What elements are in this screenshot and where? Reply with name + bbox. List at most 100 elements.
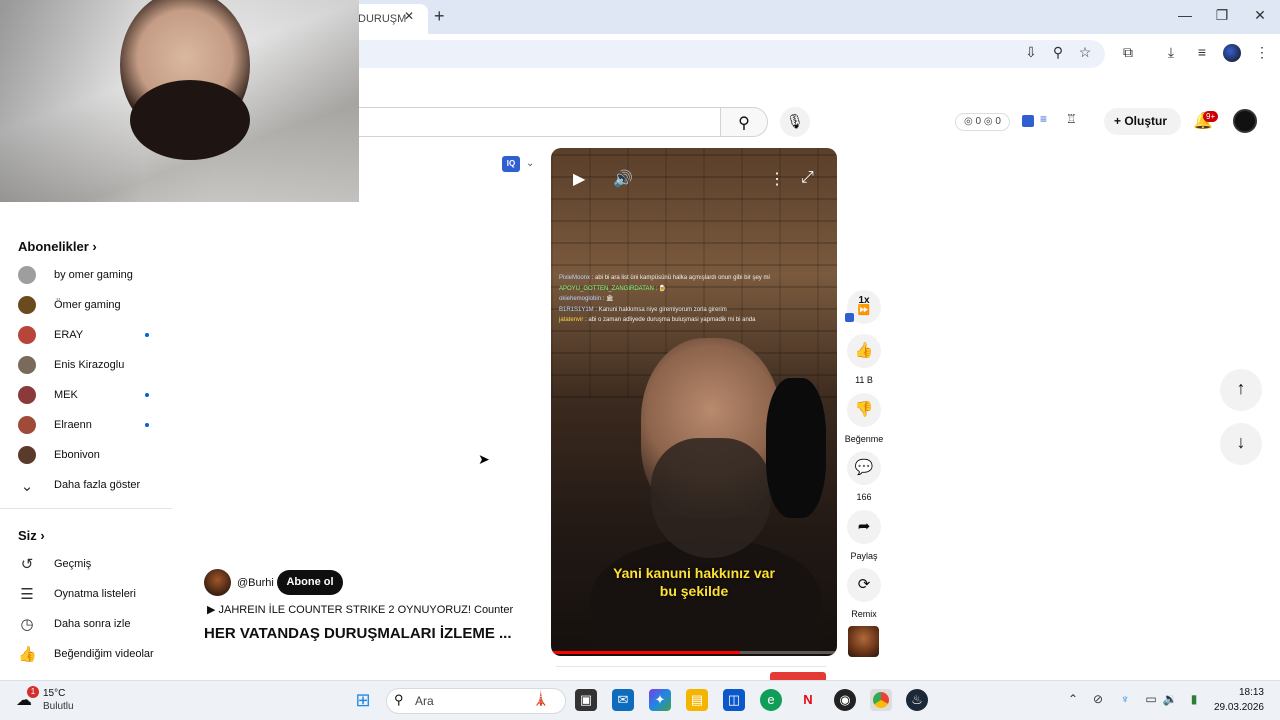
show-more-link[interactable]: Daha fazla göster [54,479,140,491]
outlook-icon[interactable]: ✉ [612,689,634,711]
omnibox[interactable] [340,40,1105,68]
minimize-button[interactable]: — [1170,7,1200,23]
voice-search-button[interactable]: 🎙 [780,107,810,137]
you-item-label: Oynatma listeleri [54,588,136,600]
chat-text: abi o zaman adliyede duruşma buluşmasi y… [588,317,756,323]
subscription-item[interactable]: Enis Kirazoglu [0,355,172,385]
subscription-item[interactable]: Ömer gaming [0,295,172,325]
task-view-icon[interactable]: ▣ [575,689,597,711]
clock-date[interactable]: 29.03.2026 [1212,702,1264,713]
channel-avatar [18,446,36,464]
play-icon[interactable]: ▶ [573,169,585,189]
dislike-button[interactable]: 👎 [847,393,881,427]
channel-name[interactable]: @Burhi [237,577,274,589]
netflix-icon[interactable]: N [797,689,819,711]
obs-icon[interactable]: ◉ [834,689,856,711]
subscribe-button[interactable]: Abone ol [277,570,343,595]
chevron-down-icon[interactable]: ⌄ [18,477,36,495]
browser-tab[interactable]: DURUŞM [350,4,428,34]
copilot-icon[interactable]: ✦ [649,689,671,711]
search-input[interactable] [340,107,720,137]
volume-icon[interactable]: 🔊 [613,169,633,189]
like-button[interactable]: 👍 [847,334,881,368]
subscription-item[interactable]: MEK [0,385,172,415]
tray-app-icon[interactable]: ♆ [1117,692,1133,706]
linked-video[interactable]: ▶ JAHREIN İLE COUNTER STRIKE 2 OYNUYORUZ… [207,603,513,616]
subscription-item[interactable]: ERAY [0,325,172,355]
fullscreen-icon[interactable]: ⤢ [801,169,814,187]
caption-line-1: Yani kanuni hakkınız var [613,565,775,581]
chrome-icon[interactable] [870,689,892,711]
more-options-icon[interactable]: ⋮ [769,169,785,189]
tray-volume-icon[interactable]: 🔉 [1162,692,1178,706]
like-count: 11 B [855,375,873,385]
search-icon: ⚲ [738,115,750,132]
account-avatar[interactable] [1233,109,1257,133]
iq-extension-icon[interactable] [1022,115,1034,127]
chevron-down-icon[interactable]: ⌄ [526,158,534,169]
chat-overlay: PixieMoonx : abi bi ara list üni kampüsü… [559,273,799,326]
bookmark-star-icon[interactable]: ☆ [1075,44,1095,61]
you-item[interactable]: 👍 Beğendiğim videolar [0,645,172,675]
caption-line-2: bu şekilde [659,583,729,599]
iq-mini-icon [845,313,854,322]
download-icon[interactable]: ⤓ [1161,44,1181,61]
subscriptions-heading[interactable]: Abonelikler › [18,239,97,254]
share-button[interactable]: ➦ [847,510,881,544]
list-icon[interactable]: ≡ [1040,112,1047,126]
tab-close-icon[interactable]: ✕ [404,9,414,23]
tray-network-off-icon[interactable]: ⊘ [1090,692,1106,706]
channel-avatar [18,296,36,314]
you-item[interactable]: ☰ Oynatma listeleri [0,585,172,615]
progress-bar[interactable] [551,651,837,654]
install-icon[interactable]: ⇩ [1021,44,1041,61]
subscription-item[interactable]: Elraenn [0,415,172,445]
close-window-button[interactable]: ✕ [1245,7,1275,24]
media-icon[interactable]: ≡ [1192,44,1212,60]
store-icon[interactable]: ◫ [723,689,745,711]
edge-icon[interactable]: e [760,689,782,711]
extensions-icon[interactable]: ⧉ [1118,44,1138,61]
tray-chevron-icon[interactable]: ⌃ [1065,692,1081,706]
next-short-button[interactable]: ↓ [1220,423,1262,465]
new-tab-button[interactable]: + [434,6,445,27]
remix-button[interactable]: ⟳ [847,568,881,602]
file-explorer-icon[interactable]: ▤ [686,689,708,711]
you-item-label: Beğendiğim videolar [54,648,154,660]
create-button[interactable]: + Oluştur [1104,108,1181,135]
lighthouse-icon[interactable]: 🗼 [532,690,549,707]
clock-time[interactable]: 18:13 [1212,687,1264,698]
tray-battery-icon[interactable]: ▮ [1186,692,1202,706]
comment-icon: 💬 [854,459,874,476]
webcam-hair [130,80,250,160]
weather-temperature[interactable]: 15°C [43,688,65,699]
you-heading[interactable]: Siz › [18,528,45,543]
mouse-cursor-icon: ➤ [478,451,490,467]
play-icon: ▶ [207,604,219,616]
subscription-item[interactable]: by omer gaming [0,265,172,295]
profile-avatar[interactable] [1223,44,1241,62]
subscription-item[interactable]: Ebonivon [0,445,172,475]
shorts-player[interactable]: ▶ 🔊 ⋮ ⤢ PixieMoonx : abi bi ara list üni… [551,148,837,656]
you-item[interactable]: ◷ Daha sonra izle [0,615,172,645]
channel-avatar[interactable] [204,569,231,596]
video-title[interactable]: HER VATANDAŞ DURUŞMALARI İZLEME ... [204,625,512,642]
weather-description[interactable]: Bulutlu [43,701,74,712]
iq-badge[interactable]: IQ [502,156,520,172]
steam-icon[interactable]: ♨ [906,689,928,711]
trophy-icon[interactable]: ♖ [1066,112,1077,126]
menu-icon[interactable]: ⋮ [1252,44,1272,61]
subscription-label: Elraenn [54,419,92,431]
maximize-button[interactable]: ❐ [1207,7,1237,24]
you-item[interactable]: ↺ Geçmiş [0,555,172,585]
comments-button[interactable]: 💬 [847,451,881,485]
tray-display-icon[interactable]: ▭ [1143,692,1159,706]
search-button[interactable]: ⚲ [720,107,768,137]
previous-short-button[interactable]: ↑ [1220,369,1262,411]
zoom-icon[interactable]: ⚲ [1048,44,1068,61]
channel-avatar [18,386,36,404]
subscription-label: ERAY [54,329,84,341]
sound-thumbnail[interactable] [848,626,879,657]
extension-stats[interactable]: ◎ 0 ◎ 0 [955,113,1010,131]
windows-start-icon[interactable]: ⊞ [352,689,374,711]
